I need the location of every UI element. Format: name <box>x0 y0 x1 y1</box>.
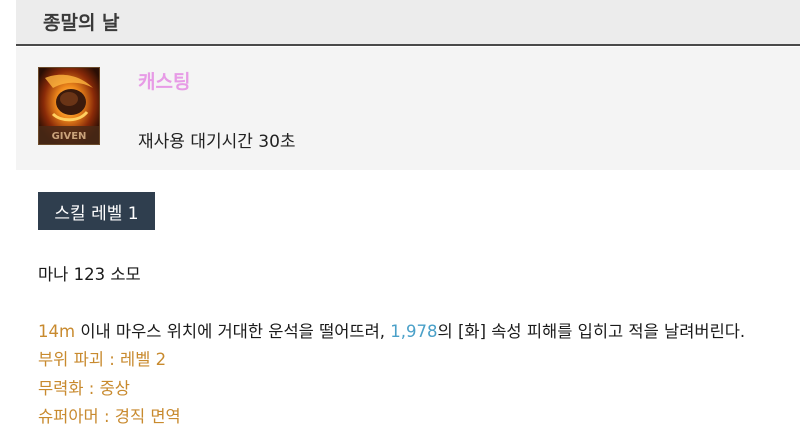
description-part2: 의 [화] 속성 피해를 입히고 적을 날려버린다. <box>437 322 746 341</box>
skill-level-badge: 스킬 레벨 1 <box>38 192 155 230</box>
damage-value: 1,978 <box>390 322 438 341</box>
range-value: 14m <box>38 322 76 341</box>
cast-type-label: 캐스팅 <box>138 71 191 93</box>
cooldown-text: 재사용 대기시간 30초 <box>138 132 296 152</box>
skill-title-bar: 종말의 날 <box>16 0 800 46</box>
effect-neutralize: 무력화 : 중상 <box>38 379 130 398</box>
icon-caption: GIVEN <box>52 131 87 142</box>
mana-cost: 마나 123 소모 <box>38 265 141 284</box>
skill-info-panel: GIVEN 캐스팅 재사용 대기시간 30초 <box>16 47 800 170</box>
effect-super-armor: 슈퍼아머 : 경직 면역 <box>38 407 181 426</box>
skill-description: 14m 이내 마우스 위치에 거대한 운석을 떨어뜨려, 1,978의 [화] … <box>38 318 745 342</box>
description-part1: 이내 마우스 위치에 거대한 운석을 떨어뜨려, <box>75 322 391 341</box>
effect-part-break: 부위 파괴 : 레벨 2 <box>38 350 167 369</box>
skill-name: 종말의 날 <box>43 12 120 34</box>
meteor-icon: GIVEN <box>38 67 100 145</box>
skill-level-label: 스킬 레벨 1 <box>54 203 139 224</box>
